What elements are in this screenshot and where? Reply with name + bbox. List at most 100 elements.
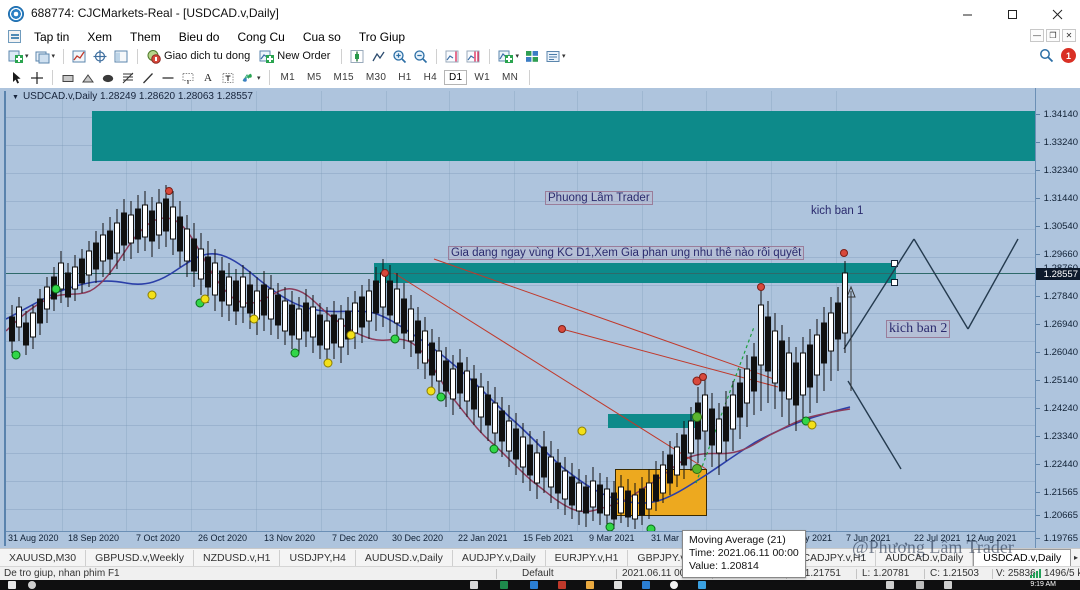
annotation-scenario-1[interactable]: kich ban 1: [808, 204, 866, 218]
start-icon[interactable]: [8, 581, 16, 589]
annotation-note[interactable]: Gia dang ngay vùng KC D1,Xem Gia phan un…: [448, 246, 805, 260]
autoscroll-button[interactable]: [464, 47, 483, 65]
menu-item-them[interactable]: Them: [121, 29, 170, 45]
time-tick-5: 7 Dec 2020: [332, 533, 379, 543]
timeframe-mn[interactable]: MN: [497, 70, 523, 85]
properties-dropdown-icon[interactable]: ▾: [562, 52, 566, 60]
properties-button[interactable]: ▾: [544, 47, 568, 65]
zoom-in-button[interactable]: [390, 47, 409, 65]
price-axis[interactable]: 1.34140 1.33240 1.32340 1.31440 1.30540 …: [1035, 88, 1080, 548]
chart-canvas[interactable]: ▼ USDCAD.v,Daily 1.28249 1.28620 1.28063 …: [4, 91, 1042, 578]
timeframe-h4[interactable]: H4: [419, 70, 442, 85]
chart-tab-gbpusd-weekly[interactable]: GBPUSD.v,Weekly: [86, 550, 194, 566]
shift-end-button[interactable]: [443, 47, 462, 65]
timeframe-h1[interactable]: H1: [393, 70, 416, 85]
price-tick-15: 1.20665: [1043, 510, 1078, 521]
tile-windows-button[interactable]: [523, 47, 542, 65]
menu-item-tro-giup[interactable]: Tro Giup: [350, 29, 414, 45]
indicators-button[interactable]: ▾: [496, 47, 521, 65]
ellipse-icon[interactable]: [99, 69, 117, 87]
chart-collapse-icon[interactable]: ▼: [12, 94, 19, 101]
tooltip-time: Time: 2021.06.11 00:00: [689, 547, 799, 559]
taskbar-clock[interactable]: 9:19 AM: [1030, 580, 1056, 590]
new-order-button[interactable]: New Order: [257, 47, 335, 65]
timeframe-m30[interactable]: M30: [361, 70, 391, 85]
horizontal-line-icon[interactable]: [159, 69, 177, 87]
timeframe-d1[interactable]: D1: [444, 70, 468, 85]
trendline-icon[interactable]: [139, 69, 157, 87]
tray-icon-3[interactable]: [944, 581, 952, 589]
arrows-icon[interactable]: ▾: [239, 69, 263, 87]
annotation-author[interactable]: Phuong Lâm Trader: [545, 191, 653, 205]
menu-item-bieu-do[interactable]: Bieu do: [170, 29, 229, 45]
new-chart-dropdown-icon[interactable]: ▾: [25, 52, 29, 60]
app-icon-6[interactable]: [642, 581, 650, 589]
profiles-button[interactable]: ▾: [33, 47, 58, 65]
app-icon-2[interactable]: [530, 581, 538, 589]
autotrading-button[interactable]: Giao dich tu dong: [144, 47, 255, 65]
crosshair-icon[interactable]: [28, 69, 46, 87]
chart-tab-nzdusd-h1[interactable]: NZDUSD.v,H1: [194, 550, 281, 566]
app-icon-1[interactable]: [500, 581, 508, 589]
minimize-button[interactable]: [945, 0, 990, 28]
rectangle-icon[interactable]: [59, 69, 77, 87]
close-button[interactable]: [1035, 0, 1080, 28]
menu-item-xem[interactable]: Xem: [78, 29, 121, 45]
maximize-button[interactable]: [990, 0, 1035, 28]
price-tick-11: 1.24240: [1043, 403, 1078, 414]
app-icon-7[interactable]: [670, 581, 678, 589]
cursor-icon[interactable]: [8, 69, 26, 87]
text-icon[interactable]: A: [199, 69, 217, 87]
tabs-scroll-right-icon[interactable]: ▸: [1074, 553, 1078, 562]
chart-tab-audusd-daily[interactable]: AUDUSD.v,Daily: [356, 550, 453, 566]
toolbar-separator-5: [489, 48, 491, 64]
menu-item-tap-tin[interactable]: Tap tin: [25, 29, 78, 45]
search-icon[interactable]: [1039, 48, 1054, 66]
app-icon-4[interactable]: [586, 581, 594, 589]
navigator-button[interactable]: [91, 47, 110, 65]
chart-tab-usdjpy-h4[interactable]: USDJPY,H4: [280, 550, 356, 566]
app-icon-8[interactable]: [698, 581, 706, 589]
new-order-label[interactable]: New Order: [275, 50, 333, 62]
menu-item-cua-so[interactable]: Cua so: [294, 29, 350, 45]
bar-chart-button[interactable]: [348, 47, 367, 65]
text-label-icon[interactable]: [219, 69, 237, 87]
mdi-close-button[interactable]: ✕: [1062, 29, 1076, 42]
menu-item-cong-cu[interactable]: Cong Cu: [228, 29, 293, 45]
timeframe-m5[interactable]: M5: [302, 70, 327, 85]
chart-tab-eurjpy-h1[interactable]: EURJPY.v,H1: [546, 550, 629, 566]
indicators-dropdown-icon[interactable]: ▾: [515, 52, 519, 60]
chart-area[interactable]: ▼ USDCAD.v,Daily 1.28249 1.28620 1.28063 …: [0, 88, 1080, 578]
triangle-icon[interactable]: [79, 69, 97, 87]
chart-tab-audjpy-daily[interactable]: AUDJPY.v,Daily: [453, 550, 546, 566]
annotation-scenario-2[interactable]: kich ban 2: [886, 320, 951, 338]
timeframe-m1[interactable]: M1: [276, 70, 301, 85]
market-watch-button[interactable]: [70, 47, 89, 65]
taskview-icon[interactable]: [470, 581, 478, 589]
new-chart-button[interactable]: ▾: [6, 47, 31, 65]
chart-tab-xauusd-m30[interactable]: XAUUSD,M30: [0, 550, 87, 566]
mdi-restore-button[interactable]: ❐: [1046, 29, 1060, 42]
connection-icon[interactable]: [1030, 569, 1041, 578]
mdi-minimize-button[interactable]: —: [1030, 29, 1044, 42]
tray-icon-1[interactable]: [886, 581, 894, 589]
tray-icon-2[interactable]: [916, 581, 924, 589]
zoom-out-button[interactable]: [411, 47, 430, 65]
os-taskbar[interactable]: 9:19 AM: [0, 580, 1080, 590]
profiles-dropdown-icon[interactable]: ▾: [52, 52, 56, 60]
cycle-lines-icon[interactable]: [179, 69, 197, 87]
toolbar-separator-3: [341, 48, 343, 64]
app-icon-3[interactable]: [558, 581, 566, 589]
price-tick-10: 1.25140: [1043, 375, 1078, 386]
notification-badge[interactable]: 1: [1061, 48, 1076, 63]
fibonacci-icon[interactable]: [119, 69, 137, 87]
data-window-button[interactable]: [112, 47, 131, 65]
arrows-dropdown-icon[interactable]: ▾: [257, 74, 261, 82]
app-icon-5[interactable]: [614, 581, 622, 589]
line-chart-button[interactable]: [369, 47, 388, 65]
window-controls: [945, 0, 1080, 28]
search-taskbar-icon[interactable]: [28, 581, 36, 589]
timeframe-w1[interactable]: W1: [469, 70, 495, 85]
autotrading-label[interactable]: Giao dich tu dong: [162, 50, 253, 62]
timeframe-m15[interactable]: M15: [329, 70, 359, 85]
